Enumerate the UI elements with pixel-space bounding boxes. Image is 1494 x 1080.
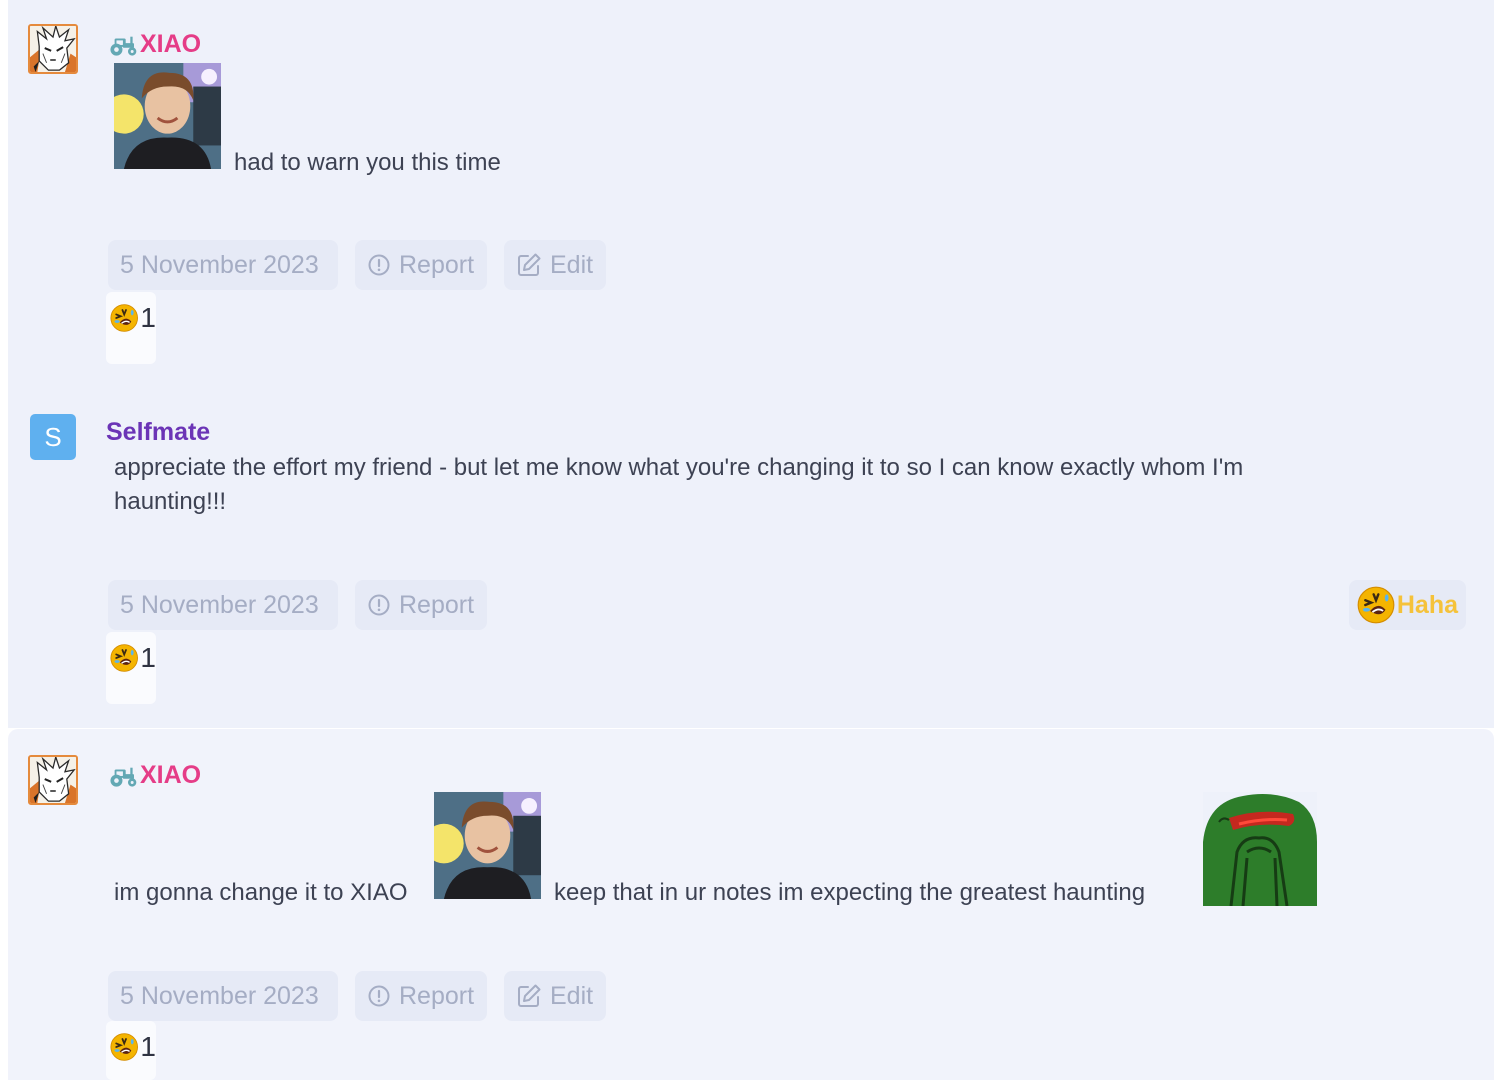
report-button[interactable]: Report [355,240,487,290]
post-date[interactable]: 5 November 2023 [108,971,338,1021]
laughing-emoji-icon [110,303,138,333]
edit-button[interactable]: Edit [504,971,606,1021]
date-label: 5 November 2023 [120,250,319,279]
edit-icon [516,983,542,1009]
message-text-continued: keep that in ur notes im expecting the g… [554,879,1146,906]
edit-label: Edit [550,250,594,279]
report-icon [367,593,391,617]
message-text: im gonna change it to XIAO [114,879,408,906]
tractor-icon [106,764,138,788]
reaction-count: 1 [140,1031,156,1062]
username[interactable]: Selfmate [106,418,210,447]
date-label: 5 November 2023 [120,981,319,1010]
username-label: XIAO [140,761,202,789]
reaction-summary[interactable]: 1 [106,292,156,364]
user-avatar[interactable]: S [30,414,76,460]
message-text-continued: haunting!!! [114,488,227,515]
username-label: Selfmate [106,418,211,446]
report-icon [367,253,391,277]
reaction-summary[interactable]: 1 [106,1021,156,1080]
laughing-emoji-icon [110,643,138,673]
laughing-emoji-icon [1357,586,1395,624]
username-label: XIAO [140,30,202,58]
message-text: appreciate the effort my friend - but le… [114,454,1244,481]
laughing-emoji-icon [110,1032,138,1062]
user-avatar[interactable] [28,24,78,74]
post-date[interactable]: 5 November 2023 [108,240,338,290]
report-label: Report [399,590,475,619]
report-button[interactable]: Report [355,971,487,1021]
haha-reaction-button[interactable]: Haha [1348,580,1466,630]
report-label: Report [399,981,475,1010]
reaction-summary[interactable]: 1 [106,632,156,704]
username[interactable]: XIAO [106,30,201,59]
user-avatar[interactable] [28,755,78,805]
report-button[interactable]: Report [355,580,487,630]
report-icon [367,984,391,1008]
tractor-icon [106,33,138,57]
message-text: had to warn you this time [234,149,501,176]
pepe-sticker-image [1203,792,1317,906]
gif-image [434,792,541,899]
post-date[interactable]: 5 November 2023 [108,580,338,630]
report-label: Report [399,250,475,279]
edit-label: Edit [550,981,594,1010]
haha-label: Haha [1396,590,1458,619]
username[interactable]: XIAO [106,761,201,790]
reaction-count: 1 [140,302,156,333]
date-label: 5 November 2023 [120,590,319,619]
gif-image [114,63,221,169]
reaction-count: 1 [140,642,156,673]
edit-button[interactable]: Edit [504,240,606,290]
edit-icon [516,252,542,278]
